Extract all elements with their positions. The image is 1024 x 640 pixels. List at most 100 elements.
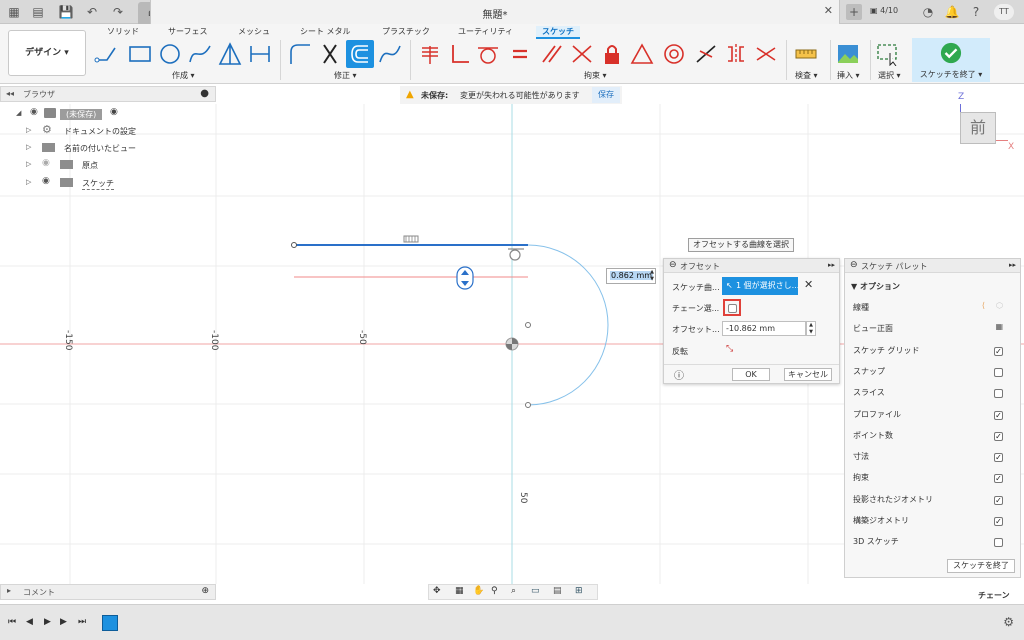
tab-plastic[interactable]: プラスチック	[382, 26, 430, 37]
zoom-icon[interactable]: ⚲	[491, 586, 498, 596]
expand-icon[interactable]: ◢	[16, 109, 21, 117]
timeline-end-icon[interactable]: ⏭	[78, 617, 86, 627]
fillet-tool-icon[interactable]	[288, 42, 312, 66]
view-cube[interactable]: Z X 前	[948, 92, 1018, 156]
tree-document-settings[interactable]: ▷ ⚙ ドキュメントの設定	[26, 123, 226, 139]
collapse-palette-icon[interactable]: ⊖	[850, 260, 858, 270]
save-icon[interactable]: 💾	[58, 4, 74, 20]
snap-checkbox[interactable]	[994, 368, 1003, 377]
document-tab[interactable]: 無題* ✕	[150, 0, 840, 24]
measure-icon[interactable]	[794, 42, 818, 66]
create-group-label[interactable]: 作成 ▾	[172, 70, 195, 81]
tab-surface[interactable]: サーフェス	[168, 26, 208, 37]
tree-root-row[interactable]: ◢ ◉ (未保存) ◉	[16, 106, 216, 122]
avatar[interactable]: TT	[994, 4, 1014, 20]
tab-sketch[interactable]: スケッチ	[536, 26, 580, 39]
3d-sketch-checkbox[interactable]	[994, 538, 1003, 547]
timeline-prev-icon[interactable]: ◀	[26, 617, 33, 627]
browser-options-icon[interactable]: ●	[200, 88, 209, 99]
symmetry-constraint-icon[interactable]	[724, 42, 748, 66]
comment-collapse-icon[interactable]: ▸	[7, 586, 11, 595]
horizontal-constraint-icon[interactable]	[694, 42, 718, 66]
undo-icon[interactable]: ↶	[84, 4, 100, 20]
dimensions-checkbox[interactable]: ✓	[994, 453, 1003, 462]
fix-constraint-icon[interactable]	[600, 42, 624, 66]
expand-icon[interactable]: ▷	[26, 160, 31, 168]
points-checkbox[interactable]: ✓	[994, 432, 1003, 441]
tree-origin[interactable]: ▷ ◉ 原点	[26, 157, 226, 173]
view-cube-front-face[interactable]: 前	[960, 112, 996, 144]
inspect-group-label[interactable]: 検査 ▾	[795, 70, 818, 81]
tree-named-views[interactable]: ▷ 名前の付いたビュー	[26, 140, 226, 156]
construction-geometry-checkbox[interactable]: ✓	[994, 517, 1003, 526]
timeline-next-icon[interactable]: ▶	[60, 617, 67, 627]
add-comment-icon[interactable]: ⊕	[201, 586, 209, 596]
linetype-icon[interactable]: ⟨	[982, 301, 985, 310]
activate-radio-icon[interactable]: ◉	[110, 107, 118, 117]
expand-dialog-icon[interactable]: ▸▸	[828, 261, 835, 269]
perpendicular-constraint-icon[interactable]	[448, 42, 472, 66]
origin-marker[interactable]	[505, 337, 519, 351]
timeline-start-icon[interactable]: ⏮	[8, 617, 16, 627]
finish-sketch-button[interactable]: スケッチを終了 ▾	[912, 38, 990, 82]
new-tab-icon[interactable]: +	[846, 4, 862, 20]
line-endpoint[interactable]	[291, 242, 297, 248]
expand-palette-icon[interactable]: ▸▸	[1009, 261, 1016, 269]
close-tab-icon[interactable]: ✕	[824, 4, 833, 17]
arc-endpoint[interactable]	[525, 402, 531, 408]
comments-panel-header[interactable]: ▸ コメント ⊕	[0, 584, 216, 600]
redo-icon[interactable]: ↷	[110, 4, 126, 20]
insert-group-label[interactable]: 挿入 ▾	[837, 70, 860, 81]
insert-image-icon[interactable]	[836, 42, 860, 66]
pan-hand-icon[interactable]: ✋	[473, 586, 484, 596]
workspace-switcher[interactable]: デザイン ▾	[8, 30, 86, 76]
rectangle-tool-icon[interactable]	[128, 42, 152, 66]
clock-icon[interactable]: ◔	[920, 4, 936, 20]
offset-tool-button[interactable]	[346, 40, 374, 68]
info-icon[interactable]: ⓘ	[674, 367, 684, 382]
line-tool-icon[interactable]	[94, 42, 118, 66]
timeline-sketch-item[interactable]	[102, 615, 118, 631]
visibility-eye-icon[interactable]: ◉	[42, 158, 50, 168]
concentric-constraint-icon[interactable]	[662, 42, 686, 66]
palette-finish-sketch-button[interactable]: スケッチを終了	[947, 559, 1015, 573]
dimension-spinner-icon[interactable]: ▲ ▼	[650, 269, 654, 283]
collinear-constraint-icon[interactable]	[570, 42, 594, 66]
visibility-eye-icon[interactable]: ◉	[30, 107, 38, 117]
sketch-grid-checkbox[interactable]: ✓	[994, 347, 1003, 356]
constraints-group-label[interactable]: 拘束 ▾	[584, 70, 607, 81]
modify-group-label[interactable]: 修正 ▾	[334, 70, 357, 81]
options-section-header[interactable]: ▼ オプション	[851, 281, 900, 292]
midpoint-constraint-icon[interactable]	[630, 42, 654, 66]
offset-dialog-header[interactable]: ⊖ オフセット ▸▸	[664, 259, 839, 273]
polygon-tool-icon[interactable]	[218, 42, 242, 66]
offset-spinner-icon[interactable]: ▲ ▼	[806, 321, 816, 336]
tab-utility[interactable]: ユーティリティ	[458, 26, 513, 37]
ok-button[interactable]: OK	[732, 368, 770, 381]
tangent-constraint-icon[interactable]	[476, 42, 500, 66]
flip-icon[interactable]: ⤡	[726, 344, 733, 354]
offset-position-input[interactable]: -10.862 mm	[722, 321, 806, 336]
dimension-tool-icon[interactable]	[248, 42, 272, 66]
tab-mesh[interactable]: メッシュ	[238, 26, 270, 37]
select-group-label[interactable]: 選択 ▾	[878, 70, 901, 81]
fit-zoom-icon[interactable]: ⌕	[511, 586, 516, 596]
tab-sheet-metal[interactable]: シート メタル	[300, 26, 351, 37]
notification-icon[interactable]: 🔔	[944, 4, 960, 20]
display-settings-icon[interactable]: ▭	[531, 586, 540, 596]
sketch-palette-header[interactable]: ⊖ スケッチ パレット ▸▸	[845, 259, 1020, 273]
profile-checkbox[interactable]: ✓	[994, 411, 1003, 420]
orbit-icon[interactable]: ✥	[433, 586, 441, 596]
constraints-checkbox[interactable]: ✓	[994, 474, 1003, 483]
select-window-icon[interactable]	[876, 42, 900, 66]
expand-icon[interactable]: ▷	[26, 126, 31, 134]
clear-selection-icon[interactable]: ✕	[804, 278, 813, 291]
offset-manipulator-handle[interactable]	[456, 266, 474, 290]
sketch-curve-selector[interactable]: ↖ 1 個が選択さし...	[722, 277, 798, 295]
coincident-constraint-icon[interactable]	[418, 42, 442, 66]
app-grid-icon[interactable]: ▦	[6, 4, 22, 20]
visibility-eye-icon[interactable]: ◉	[42, 176, 50, 186]
collapse-panel-icon[interactable]: ◂◂	[6, 89, 14, 98]
expand-icon[interactable]: ▷	[26, 178, 31, 186]
projected-geometry-checkbox[interactable]: ✓	[994, 496, 1003, 505]
